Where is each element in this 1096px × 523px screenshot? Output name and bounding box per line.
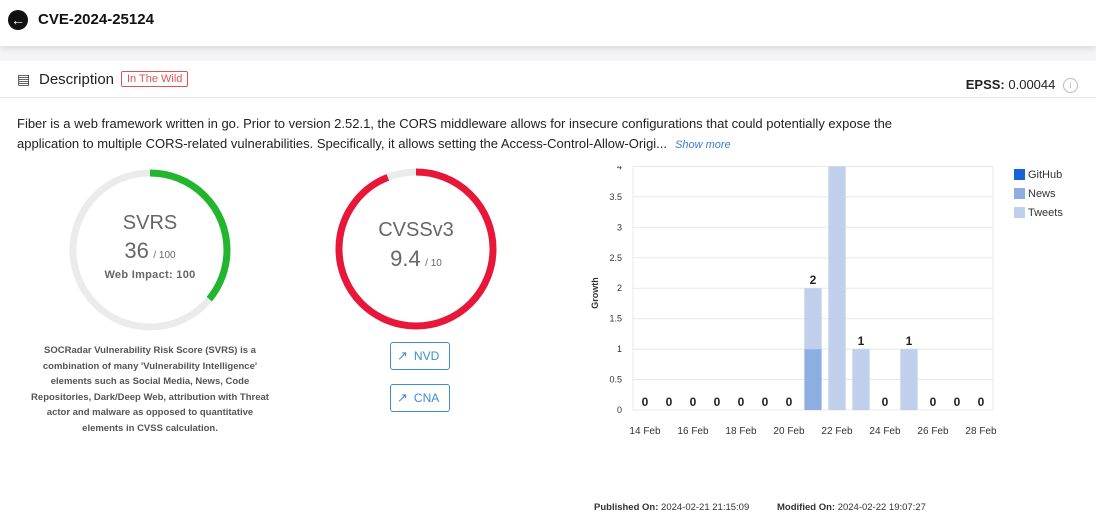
info-icon[interactable]: i [1063, 78, 1078, 94]
x-tick-label: 18 Feb [725, 426, 757, 437]
cvss-score-value: 9.4 [390, 246, 421, 271]
growth-chart: Growth 0 0 0 0 0 0 0 2 4 1 0 1 0 0 0 14 Feb 16 Feb 18 Fe… [590, 166, 1063, 437]
bar-segment [828, 166, 846, 410]
y-axis-label: Growth [590, 277, 600, 309]
data-label: 0 [930, 395, 937, 409]
bar-segment [804, 288, 822, 350]
legend-swatch [1014, 188, 1025, 199]
data-label: 0 [738, 395, 745, 409]
epss-score: EPSS: 0.00044 i [965, 77, 1078, 94]
cvss-score: 9.4 / 10 [333, 246, 499, 272]
svrs-explanation-line: elements such as Social Media, News, Cod… [50, 376, 250, 387]
data-label: 2 [810, 273, 817, 287]
description-text: Fiber is a web framework written in go. … [17, 114, 917, 155]
list-icon: ▤ [17, 71, 31, 87]
y-tick-label: 3 [617, 222, 622, 232]
svrs-label: SVRS [122, 212, 178, 234]
cve-title: CVE-2024-25124 [38, 11, 154, 28]
modified-value: 2024-02-22 19:07:27 [837, 502, 926, 513]
x-tick-label: 16 Feb [677, 426, 709, 437]
bar-segment [900, 349, 918, 410]
y-tick-label: 3.5 [609, 192, 622, 202]
show-more-link[interactable]: Show more [675, 139, 731, 151]
external-link-icon: ↗ [397, 390, 408, 405]
nvd-link-button[interactable]: ↗ NVD [390, 342, 450, 370]
bar-segment [804, 349, 822, 410]
cvss-score-max: / 10 [425, 258, 442, 269]
chart-y-ticks: 00.511.522.533.544.5 [609, 166, 622, 415]
x-tick-label: 14 Feb [629, 426, 661, 437]
legend-label: GitHub [1028, 169, 1062, 181]
data-label: 0 [978, 395, 985, 409]
y-tick-label: 1 [617, 344, 622, 354]
external-link-icon: ↗ [397, 348, 408, 363]
cvss-gauge: CVSSv3 9.4 / 10 [333, 166, 499, 332]
svrs-gauge: SVRS 36 / 100 Web Impact: 100 [67, 167, 233, 333]
data-label: 1 [906, 334, 913, 348]
data-label: 0 [954, 395, 961, 409]
svrs-web-impact: Web Impact: 100 [104, 269, 196, 281]
x-tick-label: 20 Feb [773, 426, 805, 437]
data-label: 0 [786, 395, 793, 409]
bar-segment [852, 349, 870, 410]
cvss-label: CVSSv3 [378, 219, 454, 241]
data-label: 0 [690, 395, 697, 409]
y-tick-label: 0.5 [609, 375, 622, 385]
svrs-explanation-line: SOCRadar Vulnerability Risk Score (SVRS)… [44, 345, 256, 356]
description-line-1: Fiber is a web framework written in go. … [17, 116, 893, 131]
x-tick-label: 28 Feb [965, 426, 997, 437]
legend-swatch [1014, 169, 1025, 180]
svrs-score: 36 / 100 [67, 238, 233, 264]
top-bar: ← CVE-2024-25124 [0, 0, 1096, 46]
legend-swatch [1014, 207, 1025, 218]
x-tick-label: 22 Feb [821, 426, 853, 437]
header-divider [0, 97, 1096, 98]
x-tick-label: 26 Feb [917, 426, 949, 437]
chart-legend: GitHub News Tweets [1014, 169, 1063, 219]
svrs-explanation-line: Repositories, Dark/Deep Web, attribution… [31, 391, 269, 403]
data-label: 0 [714, 395, 721, 409]
svrs-explanation: SOCRadar Vulnerability Risk Score (SVRS)… [30, 343, 270, 436]
nvd-label: NVD [413, 349, 440, 363]
in-the-wild-badge: In The Wild [121, 71, 189, 87]
svrs-explanation-line: elements in CVSS calculation. [82, 422, 218, 434]
modified-on: Modified On: 2024-02-22 19:07:27 [777, 502, 926, 513]
y-tick-label: 2.5 [609, 253, 622, 263]
legend-label: News [1028, 188, 1056, 200]
y-tick-label: 0 [617, 405, 622, 415]
y-tick-label: 4 [617, 166, 622, 171]
cna-link-button[interactable]: ↗ CNA [390, 384, 450, 412]
epss-value: 0.00044 [1008, 77, 1056, 92]
x-tick-label: 24 Feb [869, 426, 901, 437]
data-label: 0 [642, 395, 649, 409]
description-title: Description [39, 71, 115, 88]
published-on: Published On: 2024-02-21 21:15:09 [594, 502, 749, 513]
svrs-explanation-line: actor and malware as opposed to quantita… [46, 407, 254, 418]
back-arrow-icon[interactable]: ← [8, 10, 28, 30]
epss-label: EPSS: [965, 77, 1005, 92]
svrs-explanation-line: combination of many 'Vulnerability Intel… [42, 360, 258, 372]
legend-label: Tweets [1028, 207, 1063, 219]
description-line-2: application to multiple CORS-related vul… [17, 134, 917, 155]
description-card: ▤ Description In The Wild EPSS: 0.00044 … [0, 61, 1096, 523]
y-tick-label: 1.5 [609, 314, 622, 324]
cna-label: CNA [413, 391, 440, 405]
svrs-score-value: 36 [124, 238, 149, 263]
data-label: 1 [858, 334, 865, 348]
published-value: 2024-02-21 21:15:09 [661, 502, 750, 513]
data-label: 0 [762, 395, 769, 409]
data-label: 0 [666, 395, 673, 409]
modified-label: Modified On: [777, 502, 836, 513]
data-label: 0 [882, 395, 889, 409]
y-tick-label: 2 [617, 283, 622, 293]
description-line-2-text: application to multiple CORS-related vul… [17, 136, 668, 151]
published-label: Published On: [594, 502, 659, 513]
chart-x-ticks: 14 Feb 16 Feb 18 Feb 20 Feb 22 Feb 24 Feb 26 F… [629, 426, 997, 437]
svrs-score-max: / 100 [153, 250, 176, 261]
